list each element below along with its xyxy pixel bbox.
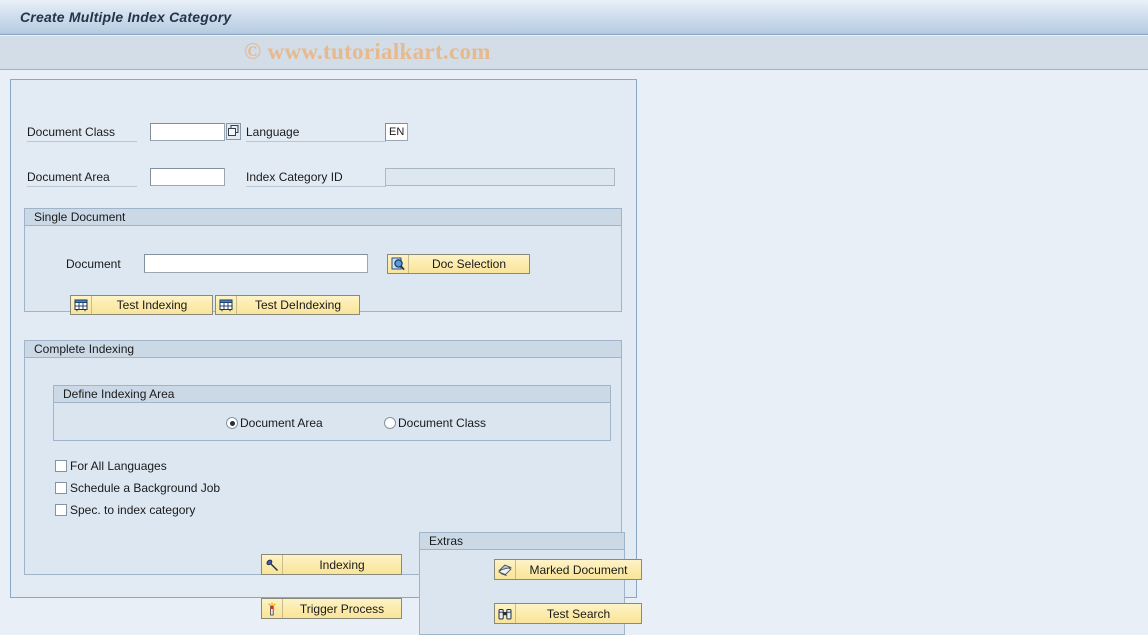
checkbox-for-all-languages[interactable]: For All Languages (55, 459, 167, 473)
stacked-papers-icon (495, 560, 516, 579)
radio-document-area-label: Document Area (240, 416, 323, 430)
radio-button-filled-icon (226, 417, 238, 429)
checkbox-empty-icon (55, 482, 67, 494)
magnifier-document-icon (388, 255, 409, 273)
single-document-group-title: Single Document (25, 209, 621, 226)
complete-indexing-group: Complete Indexing Define Indexing Area D… (24, 340, 642, 635)
table-grid-icon (71, 296, 92, 314)
main-screen-panel: Document Class Language Document Area In… (10, 79, 642, 635)
document-area-input[interactable] (150, 168, 225, 186)
test-indexing-button[interactable]: Test Indexing (70, 295, 213, 315)
match-flare-icon (262, 599, 283, 618)
index-category-id-input (385, 168, 615, 186)
trigger-process-button[interactable]: Trigger Process (261, 598, 402, 619)
doc-selection-label: Doc Selection (431, 257, 507, 271)
complete-indexing-group-title: Complete Indexing (25, 341, 621, 358)
checkbox-for-all-languages-label: For All Languages (70, 459, 167, 473)
pen-nib-icon (262, 555, 283, 574)
document-area-label: Document Area (27, 170, 137, 187)
language-input[interactable] (385, 123, 408, 141)
binoculars-icon (495, 604, 516, 623)
checkbox-spec-to-index-category-label: Spec. to index category (70, 503, 196, 517)
f4-help-icon[interactable] (226, 123, 241, 140)
test-indexing-label: Test Indexing (116, 298, 188, 312)
radio-document-class[interactable]: Document Class (384, 416, 486, 430)
document-class-input[interactable] (150, 123, 225, 141)
radio-document-class-label: Document Class (398, 416, 487, 430)
language-label: Language (246, 125, 386, 142)
define-indexing-area-title: Define Indexing Area (54, 386, 610, 403)
doc-selection-button[interactable]: Doc Selection (387, 254, 530, 274)
checkbox-spec-to-index-category[interactable]: Spec. to index category (55, 503, 195, 517)
test-deindexing-button[interactable]: Test DeIndexing (215, 295, 360, 315)
checkbox-empty-icon (55, 504, 67, 516)
single-document-group: Single Document Document Doc Selection T… (24, 208, 622, 315)
index-category-id-label: Index Category ID (246, 170, 386, 187)
radio-document-area[interactable]: Document Area (226, 416, 323, 430)
window-title-bar: Create Multiple Index Category (0, 0, 1148, 35)
marked-document-label: Marked Document (529, 562, 628, 577)
indexing-label: Indexing (319, 557, 365, 572)
test-search-label: Test Search (546, 606, 611, 621)
indexing-button[interactable]: Indexing (261, 554, 402, 575)
extras-group-title: Extras (420, 533, 624, 550)
checkbox-schedule-background-job[interactable]: Schedule a Background Job (55, 481, 220, 495)
radio-button-empty-icon (384, 417, 396, 429)
marked-document-button[interactable]: Marked Document (494, 559, 642, 580)
document-label: Document (66, 257, 121, 271)
watermark-text: © www.tutorialkart.com (244, 39, 491, 64)
page-title: Create Multiple Index Category (20, 9, 232, 25)
document-input[interactable] (144, 254, 368, 273)
test-deindexing-label: Test DeIndexing (254, 298, 342, 312)
checkbox-empty-icon (55, 460, 67, 472)
define-indexing-area-group: Define Indexing Area Document Area Docum… (53, 385, 611, 441)
watermark-band (0, 36, 1148, 70)
checkbox-schedule-background-job-label: Schedule a Background Job (70, 481, 221, 495)
test-search-button[interactable]: Test Search (494, 603, 642, 624)
extras-group: Extras Marked Document Test Search (419, 532, 642, 635)
trigger-process-label: Trigger Process (299, 601, 385, 616)
table-grid-icon (216, 296, 237, 314)
document-class-label: Document Class (27, 125, 137, 142)
